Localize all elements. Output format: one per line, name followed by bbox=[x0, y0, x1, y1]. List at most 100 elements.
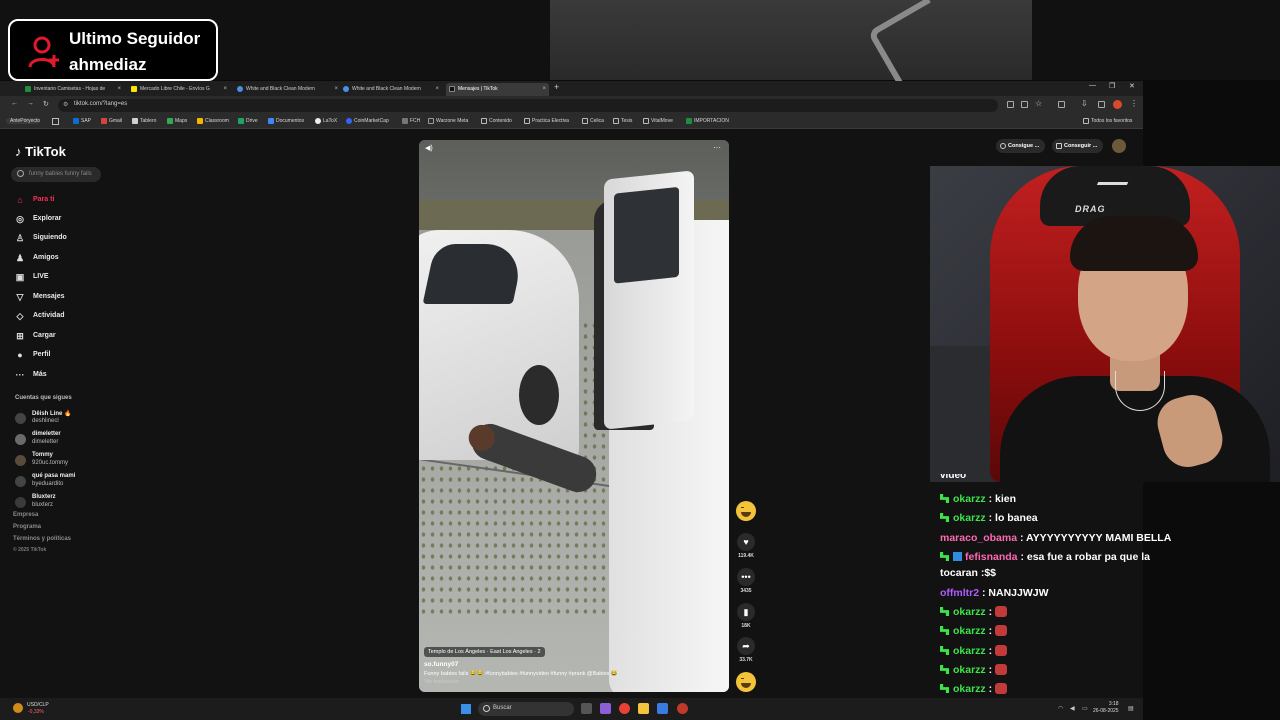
translate-icon[interactable] bbox=[1021, 101, 1028, 108]
bookmark-anteproyecto[interactable]: AntePoryecto bbox=[6, 118, 41, 124]
sidebar-item-siguiendo[interactable]: ♙ Siguiendo bbox=[15, 230, 67, 246]
sidebar-icon[interactable] bbox=[1098, 101, 1105, 108]
sidebar-item-actividad[interactable]: ◇ Actividad bbox=[15, 308, 65, 324]
battery-icon[interactable]: ▭ bbox=[1082, 705, 1088, 712]
copilot-icon[interactable] bbox=[600, 703, 611, 714]
video-username[interactable]: so.funny07 bbox=[424, 661, 724, 668]
tab-mercadolibre[interactable]: Mercado Libre Chile - Envíos G × bbox=[128, 83, 230, 96]
chrome-icon[interactable] bbox=[619, 703, 630, 714]
heart-button[interactable]: ♥ 119.4K bbox=[736, 533, 756, 559]
apps-icon[interactable] bbox=[52, 118, 59, 125]
network-icon[interactable]: ◠ bbox=[1058, 705, 1063, 712]
avatar[interactable] bbox=[1113, 100, 1122, 109]
video-player[interactable]: ◀) ··· Templo de Los Ángeles · East Los … bbox=[419, 140, 729, 692]
star-icon[interactable]: ☆ bbox=[1035, 99, 1042, 108]
task-view-icon[interactable] bbox=[581, 703, 592, 714]
forward-button[interactable]: → bbox=[27, 100, 34, 107]
tab-canva-2[interactable]: White and Black Clean Modern × bbox=[340, 83, 442, 96]
chat-username[interactable]: okarzz bbox=[953, 625, 986, 637]
bookmark-sap[interactable]: SAP bbox=[73, 118, 91, 124]
chat-username[interactable]: maraco_obama bbox=[940, 532, 1017, 544]
bookmark-celica[interactable]: Celica bbox=[582, 118, 604, 124]
menu-icon[interactable]: ⋮ bbox=[1130, 99, 1138, 108]
extensions-icon[interactable] bbox=[1058, 101, 1065, 108]
maximize-button[interactable]: ❐ bbox=[1109, 82, 1115, 90]
close-icon[interactable]: × bbox=[117, 83, 121, 96]
comment-button[interactable]: ••• 3435 bbox=[736, 568, 756, 594]
bookmark-tablero[interactable]: Tablero bbox=[132, 118, 156, 124]
close-icon[interactable]: × bbox=[435, 83, 439, 96]
bookmark-classroom[interactable]: Classroom bbox=[197, 118, 229, 124]
get-app-button[interactable]: Conseguir ... bbox=[1052, 139, 1104, 153]
sidebar-item-para-ti[interactable]: ⌂ Para ti bbox=[15, 192, 54, 208]
minimize-button[interactable]: — bbox=[1089, 82, 1096, 89]
bookmark-contenido[interactable]: Contenido bbox=[481, 118, 512, 124]
store-icon[interactable] bbox=[657, 703, 668, 714]
bookmark-tesis[interactable]: Tesis bbox=[613, 118, 632, 124]
chat-username[interactable]: okarzz bbox=[953, 493, 986, 505]
footer-link-terminos[interactable]: Términos y políticas bbox=[13, 536, 71, 542]
see-translation-link[interactable]: Ver traducción bbox=[424, 679, 724, 685]
sound-avatar[interactable] bbox=[736, 672, 756, 692]
footer-link-programa[interactable]: Programa bbox=[13, 524, 41, 530]
sidebar-item-m-s[interactable]: ··· Más bbox=[15, 367, 47, 383]
address-bar[interactable]: ⚙ tiktok.com/?lang=es bbox=[58, 99, 998, 112]
bookmark-all-favorites[interactable]: Todos los favoritos bbox=[1083, 118, 1132, 124]
volume-icon[interactable]: ◀) bbox=[425, 144, 433, 152]
bookmark-drive[interactable]: Drive bbox=[238, 118, 258, 124]
bookmark-warzone-meta[interactable]: Warzone Meta bbox=[428, 118, 468, 124]
chat-username[interactable]: offmltr2 bbox=[940, 587, 979, 599]
bookmark-coinmarketcap[interactable]: CoinMarketCap bbox=[346, 118, 389, 124]
location-tag[interactable]: Templo de Los Ángeles · East Los Angeles… bbox=[424, 647, 545, 657]
sidebar-item-amigos[interactable]: ♟ Amigos bbox=[15, 250, 59, 266]
bookmark-fch[interactable]: FCH bbox=[402, 118, 420, 124]
download-icon[interactable]: ⇩ bbox=[1081, 99, 1088, 108]
bookmark-vitalmove[interactable]: VitalMove bbox=[643, 118, 673, 124]
app-icon[interactable] bbox=[677, 703, 688, 714]
bookmark-latox[interactable]: LaToX bbox=[315, 118, 337, 124]
bookmark-button[interactable]: ▮ 18K bbox=[736, 603, 756, 629]
tab-canva-1[interactable]: White and Black Clean Modern × bbox=[234, 83, 341, 96]
chat-username[interactable]: okarzz bbox=[953, 683, 986, 695]
bookmark-documentos[interactable]: Documentos bbox=[268, 118, 304, 124]
tab-inventario[interactable]: Inventario Camisetas - Hojas de × bbox=[22, 83, 124, 96]
chat-username[interactable]: okarzz bbox=[953, 664, 986, 676]
close-icon[interactable]: × bbox=[542, 83, 546, 96]
tiktok-logo[interactable]: ♪ TikTok bbox=[15, 144, 66, 159]
creator-avatar[interactable] bbox=[736, 501, 756, 521]
sound-icon[interactable]: ◀ bbox=[1070, 705, 1075, 712]
share-button[interactable]: ➦ 33.7K bbox=[736, 637, 756, 663]
notification-icon[interactable]: ▤ bbox=[1128, 705, 1134, 712]
tab-tiktok[interactable]: Mensajes | TikTok × bbox=[446, 83, 549, 96]
file-explorer-icon[interactable] bbox=[638, 703, 649, 714]
chat-username[interactable]: okarzz bbox=[953, 512, 986, 524]
close-icon[interactable]: × bbox=[223, 83, 227, 96]
sidebar-item-live[interactable]: ▣ LIVE bbox=[15, 269, 49, 285]
more-options-icon[interactable]: ··· bbox=[713, 143, 721, 152]
chat-username[interactable]: okarzz bbox=[953, 606, 986, 618]
close-icon[interactable]: × bbox=[334, 83, 338, 96]
bookmark-importacion[interactable]: IMPORTACION bbox=[686, 118, 729, 124]
sidebar-item-cargar[interactable]: ⊞ Cargar bbox=[15, 328, 55, 344]
bookmark-gmail[interactable]: Gmail bbox=[101, 118, 122, 124]
bookmark-practica-electiva[interactable]: Practica Electiva bbox=[524, 118, 569, 124]
back-button[interactable]: ← bbox=[11, 100, 18, 107]
reload-button[interactable]: ↻ bbox=[43, 100, 49, 108]
stock-name[interactable]: USD/CLP bbox=[27, 702, 49, 708]
profile-avatar[interactable] bbox=[1112, 139, 1126, 153]
get-coins-button[interactable]: Consigue ... bbox=[996, 139, 1046, 153]
new-tab-button[interactable]: + bbox=[554, 82, 559, 92]
clock[interactable]: 3:18 26-08-2025 bbox=[1093, 701, 1119, 715]
sidebar-item-explorar[interactable]: ◎ Explorar bbox=[15, 211, 61, 227]
windows-start-icon[interactable] bbox=[461, 704, 471, 714]
chat-username[interactable]: fefisnanda bbox=[965, 551, 1018, 563]
sidebar-item-perfil[interactable]: ● Perfil bbox=[15, 347, 50, 363]
sidebar-item-mensajes[interactable]: ▽ Mensajes bbox=[15, 289, 65, 305]
footer-link-empresa[interactable]: Empresa bbox=[13, 512, 38, 518]
search-input[interactable]: funny babies funny fails bbox=[11, 167, 101, 182]
window-close-button[interactable]: ✕ bbox=[1129, 82, 1135, 90]
bookmark-maps[interactable]: Maps bbox=[167, 118, 187, 124]
cast-icon[interactable] bbox=[1007, 101, 1014, 108]
taskbar-search[interactable]: Buscar bbox=[478, 702, 574, 716]
chat-username[interactable]: okarzz bbox=[953, 645, 986, 657]
